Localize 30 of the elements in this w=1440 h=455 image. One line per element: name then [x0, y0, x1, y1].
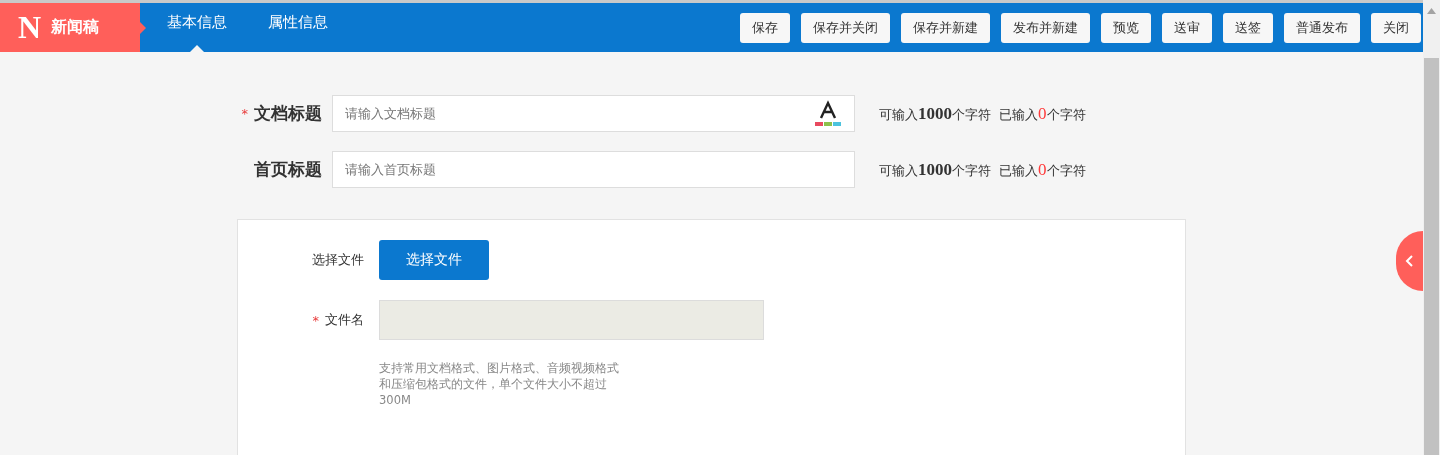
- field-label: 文档标题: [254, 102, 322, 125]
- required-mark: *: [241, 106, 248, 121]
- app-title: 新闻稿: [51, 17, 100, 38]
- collapse-handle[interactable]: [1396, 231, 1423, 291]
- tab[interactable]: 属性信息: [248, 3, 348, 52]
- choose-file-button[interactable]: 选择文件: [379, 240, 489, 280]
- field-label: 选择文件: [312, 251, 364, 269]
- scroll-up-icon[interactable]: [1427, 8, 1436, 14]
- action-button[interactable]: 送签: [1223, 12, 1273, 43]
- char-counter: 可输入1000个字符 已输入0个字符: [879, 103, 1086, 124]
- action-button[interactable]: 普通发布: [1284, 12, 1360, 43]
- field-label: 首页标题: [254, 158, 322, 181]
- action-button[interactable]: 预览: [1101, 12, 1151, 43]
- help-text: 支持常用文档格式、图片格式、音频视频格式 和压缩包格式的文件，单个文件大小不超过 300M: [379, 360, 620, 408]
- tab[interactable]: 基本信息: [147, 3, 247, 52]
- required-mark: *: [312, 312, 319, 328]
- filename-field[interactable]: [379, 300, 764, 340]
- field-label: 文件名: [325, 311, 364, 329]
- char-counter: 可输入1000个字符 已输入0个字符: [879, 159, 1086, 180]
- action-button[interactable]: 送审: [1162, 12, 1212, 43]
- action-button[interactable]: 保存: [740, 12, 790, 43]
- action-button[interactable]: 保存并关闭: [801, 12, 890, 43]
- action-button[interactable]: 发布并新建: [1001, 12, 1090, 43]
- logo-letter: N: [18, 9, 42, 46]
- title-input[interactable]: 请输入文档标题: [332, 95, 855, 132]
- action-button[interactable]: 关闭: [1371, 12, 1421, 43]
- title-input[interactable]: 请输入首页标题: [332, 151, 855, 188]
- scrollbar-thumb[interactable]: [1424, 58, 1439, 455]
- font-color-icon[interactable]: [815, 100, 841, 126]
- action-button[interactable]: 保存并新建: [901, 12, 990, 43]
